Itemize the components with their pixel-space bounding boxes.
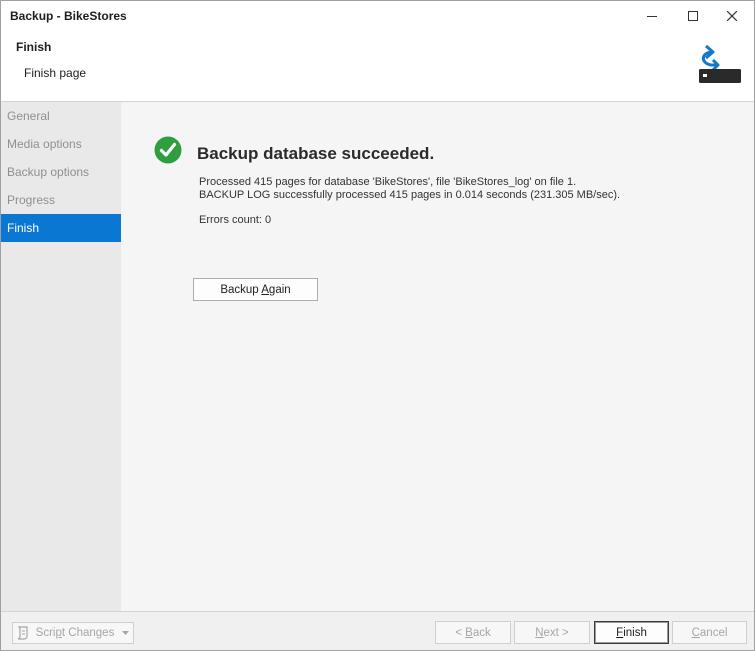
success-check-icon: [154, 136, 182, 164]
wizard-header: Finish Finish page: [1, 31, 754, 102]
sidebar-item-media-options[interactable]: Media options: [1, 130, 121, 158]
backup-again-button[interactable]: Backup Again: [193, 278, 318, 301]
sidebar-item-label: Finish: [7, 221, 40, 235]
sidebar-item-label: Progress: [7, 193, 56, 207]
sidebar-item-label: General: [7, 109, 50, 123]
sidebar-item-general[interactable]: General: [1, 102, 121, 130]
result-message-line: BACKUP LOG successfully processed 415 pa…: [199, 189, 621, 201]
title-bar: Backup - BikeStores: [1, 1, 754, 31]
finish-button[interactable]: Finish: [594, 621, 669, 644]
close-icon: [727, 11, 737, 21]
sidebar-item-progress[interactable]: Progress: [1, 186, 121, 214]
backup-wizard-window: Backup - BikeStores Finish Finish page G…: [0, 0, 755, 651]
button-label: Next >: [535, 626, 569, 639]
next-button[interactable]: Next >: [514, 621, 590, 644]
button-label: Finish: [616, 626, 647, 639]
button-label: Script Changes: [35, 627, 115, 639]
page-title: Finish: [16, 40, 52, 54]
minimize-icon: [647, 16, 657, 17]
finish-content: Backup database succeeded. Processed 415…: [121, 102, 754, 611]
button-label: Cancel: [691, 626, 728, 639]
page-subtitle: Finish page: [24, 66, 87, 80]
minimize-button[interactable]: [629, 1, 675, 31]
sidebar-item-label: Backup options: [7, 165, 90, 179]
result-title: Backup database succeeded.: [197, 144, 435, 163]
sidebar-item-finish[interactable]: Finish: [1, 214, 121, 242]
script-changes-button[interactable]: Script Changes: [12, 622, 118, 644]
result-message-line: Processed 415 pages for database 'BikeSt…: [199, 176, 577, 188]
close-button[interactable]: [709, 1, 754, 31]
back-button[interactable]: < Back: [435, 621, 511, 644]
wizard-sidebar: General Media options Backup options Pro…: [1, 102, 121, 611]
maximize-icon: [688, 11, 698, 21]
errors-count: Errors count: 0: [199, 214, 272, 226]
cancel-button[interactable]: Cancel: [672, 621, 747, 644]
window-title: Backup - BikeStores: [10, 9, 127, 23]
sidebar-item-backup-options[interactable]: Backup options: [1, 158, 121, 186]
script-icon: [17, 626, 28, 640]
button-label: Backup Again: [220, 283, 291, 296]
chevron-down-icon: [121, 631, 129, 635]
script-changes-dropdown[interactable]: [117, 622, 134, 644]
backup-drive-icon: [699, 44, 741, 83]
wizard-footer: Script Changes < Back Next > Finish Canc…: [1, 611, 754, 650]
button-label: < Back: [455, 626, 491, 639]
sidebar-item-label: Media options: [7, 137, 82, 151]
